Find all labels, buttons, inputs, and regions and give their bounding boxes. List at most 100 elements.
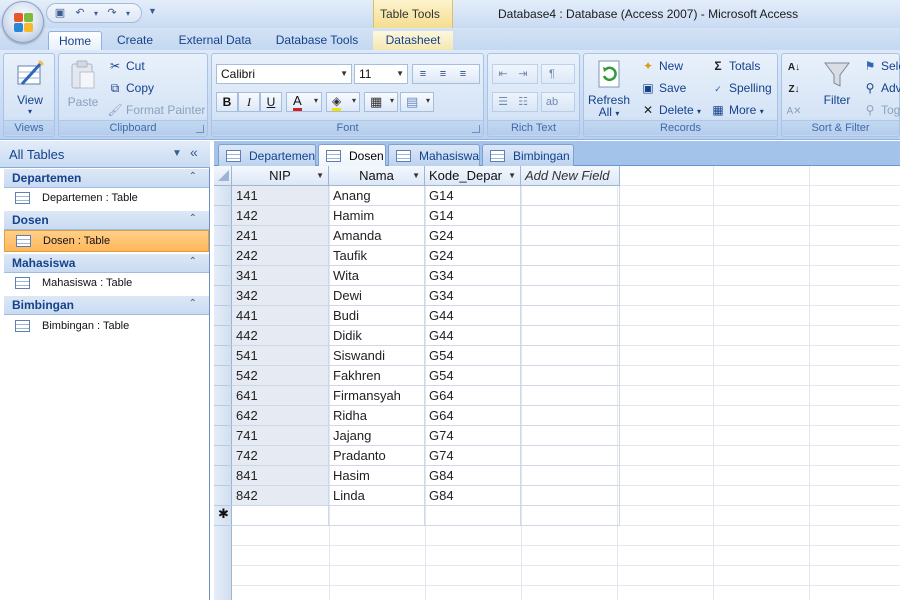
record-selector[interactable] <box>214 246 232 266</box>
record-selector[interactable] <box>214 306 232 326</box>
doc-tab-bimbingan[interactable]: Bimbingan <box>482 144 574 166</box>
nav-group-bimbingan[interactable]: Bimbingan ⌃ <box>4 296 209 315</box>
new-record-cell[interactable] <box>521 506 620 526</box>
paste-button[interactable]: Paste <box>63 58 103 109</box>
customize-qat-icon[interactable]: ▼ <box>148 6 157 16</box>
kode-depar-cell[interactable]: G44 <box>425 326 521 346</box>
chevron-down-icon[interactable]: ▼ <box>172 148 182 159</box>
nama-cell[interactable]: Pradanto <box>329 446 425 466</box>
nama-cell[interactable]: Anang <box>329 186 425 206</box>
selection-button[interactable]: ⚑ Sele <box>862 56 900 76</box>
kode-depar-cell[interactable]: G14 <box>425 206 521 226</box>
kode-depar-cell[interactable]: G24 <box>425 226 521 246</box>
new-field-cell[interactable] <box>521 266 620 286</box>
new-field-cell[interactable] <box>521 326 620 346</box>
sort-descending-button[interactable]: Z↓ <box>786 78 805 98</box>
record-selector[interactable] <box>214 426 232 446</box>
nip-cell[interactable]: 541 <box>232 346 329 366</box>
chevron-down-icon[interactable]: ▼ <box>316 166 324 185</box>
collapse-pane-icon[interactable]: « <box>190 144 198 160</box>
clear-sort-button[interactable]: A✕ <box>786 100 805 120</box>
column-header-nama[interactable]: Nama ▼ <box>329 166 425 186</box>
font-color-button[interactable]: A ▾ <box>286 92 322 112</box>
copy-button[interactable]: ⧉ Copy <box>107 78 154 98</box>
doc-tab-mahasiswa[interactable]: Mahasiswa <box>388 144 480 166</box>
nav-item-mahasiswa-table[interactable]: Mahasiswa : Table <box>4 273 209 295</box>
save-icon[interactable]: ▣ <box>53 7 67 20</box>
nav-pane-header[interactable]: All Tables ▼ « <box>0 141 210 168</box>
nama-cell[interactable]: Amanda <box>329 226 425 246</box>
tab-datasheet[interactable]: Datasheet <box>373 31 453 50</box>
underline-button[interactable]: U <box>260 92 282 112</box>
redo-icon[interactable]: ↷ <box>105 7 119 20</box>
new-field-cell[interactable] <box>521 486 620 506</box>
clipboard-dialog-launcher-icon[interactable] <box>196 125 204 133</box>
kode-depar-cell[interactable]: G54 <box>425 346 521 366</box>
chevron-down-icon[interactable]: ▼ <box>412 166 420 185</box>
more-button[interactable]: ▦ More ▾ <box>710 100 763 120</box>
new-field-cell[interactable] <box>521 346 620 366</box>
nama-cell[interactable]: Ridha <box>329 406 425 426</box>
font-family-select[interactable]: Calibri ▼ <box>216 64 352 84</box>
kode-depar-cell[interactable]: G74 <box>425 426 521 446</box>
advanced-button[interactable]: ⚲ Adv <box>862 78 900 98</box>
nama-cell[interactable]: Hasim <box>329 466 425 486</box>
nip-cell[interactable]: 242 <box>232 246 329 266</box>
nip-cell[interactable]: 241 <box>232 226 329 246</box>
nip-cell[interactable]: 141 <box>232 186 329 206</box>
nama-cell[interactable]: Dewi <box>329 286 425 306</box>
nav-item-departemen-table[interactable]: Departemen : Table <box>4 188 209 210</box>
nama-cell[interactable]: Taufik <box>329 246 425 266</box>
nip-cell[interactable]: 741 <box>232 426 329 446</box>
increase-indent-icon[interactable]: ⇥ <box>513 65 533 83</box>
undo-icon[interactable]: ↶ <box>73 7 87 20</box>
record-selector[interactable] <box>214 386 232 406</box>
nama-cell[interactable]: Didik <box>329 326 425 346</box>
delete-record-button[interactable]: ✕ Delete ▾ <box>640 100 701 120</box>
record-selector[interactable] <box>214 446 232 466</box>
record-selector[interactable] <box>214 406 232 426</box>
kode-depar-cell[interactable]: G84 <box>425 466 521 486</box>
new-record-cell[interactable] <box>232 506 329 526</box>
nav-group-mahasiswa[interactable]: Mahasiswa ⌃ <box>4 254 209 273</box>
view-button[interactable]: View ▾ <box>8 58 52 116</box>
nama-cell[interactable]: Budi <box>329 306 425 326</box>
chevron-down-icon[interactable]: ▼ <box>508 166 516 185</box>
record-selector[interactable] <box>214 366 232 386</box>
nama-cell[interactable]: Firmansyah <box>329 386 425 406</box>
new-field-cell[interactable] <box>521 386 620 406</box>
record-selector[interactable] <box>214 186 232 206</box>
new-record-selector[interactable]: ✱ <box>214 506 232 526</box>
refresh-all-button[interactable]: Refresh All ▾ <box>586 58 632 119</box>
column-header-kode-depar[interactable]: Kode_Depar ▼ <box>425 166 521 186</box>
office-button[interactable] <box>2 1 44 43</box>
new-field-cell[interactable] <box>521 286 620 306</box>
decrease-indent-icon[interactable]: ⇤ <box>493 65 513 83</box>
nip-cell[interactable]: 841 <box>232 466 329 486</box>
nama-cell[interactable]: Fakhren <box>329 366 425 386</box>
new-field-cell[interactable] <box>521 186 620 206</box>
nama-cell[interactable]: Siswandi <box>329 346 425 366</box>
bullet-list-icon[interactable]: ☰ <box>493 93 513 111</box>
record-selector[interactable] <box>214 326 232 346</box>
kode-depar-cell[interactable]: G24 <box>425 246 521 266</box>
format-painter-button[interactable]: 🖌 Format Painter <box>107 100 205 120</box>
nav-item-dosen-table[interactable]: Dosen : Table <box>4 230 209 252</box>
record-selector[interactable] <box>214 206 232 226</box>
nip-cell[interactable]: 342 <box>232 286 329 306</box>
kode-depar-cell[interactable]: G34 <box>425 286 521 306</box>
nip-cell[interactable]: 642 <box>232 406 329 426</box>
kode-depar-cell[interactable]: G74 <box>425 446 521 466</box>
filter-button[interactable]: Filter <box>816 58 858 107</box>
new-field-cell[interactable] <box>521 246 620 266</box>
alternate-fill-button[interactable]: ▤ ▾ <box>400 92 434 112</box>
kode-depar-cell[interactable]: G64 <box>425 386 521 406</box>
nip-cell[interactable]: 842 <box>232 486 329 506</box>
nama-cell[interactable]: Linda <box>329 486 425 506</box>
tab-home[interactable]: Home <box>48 31 102 50</box>
column-header-add-new-field[interactable]: Add New Field <box>521 166 620 186</box>
nama-cell[interactable]: Hamim <box>329 206 425 226</box>
sort-ascending-button[interactable]: A↓ <box>786 56 805 76</box>
nama-cell[interactable]: Wita <box>329 266 425 286</box>
nip-cell[interactable]: 441 <box>232 306 329 326</box>
